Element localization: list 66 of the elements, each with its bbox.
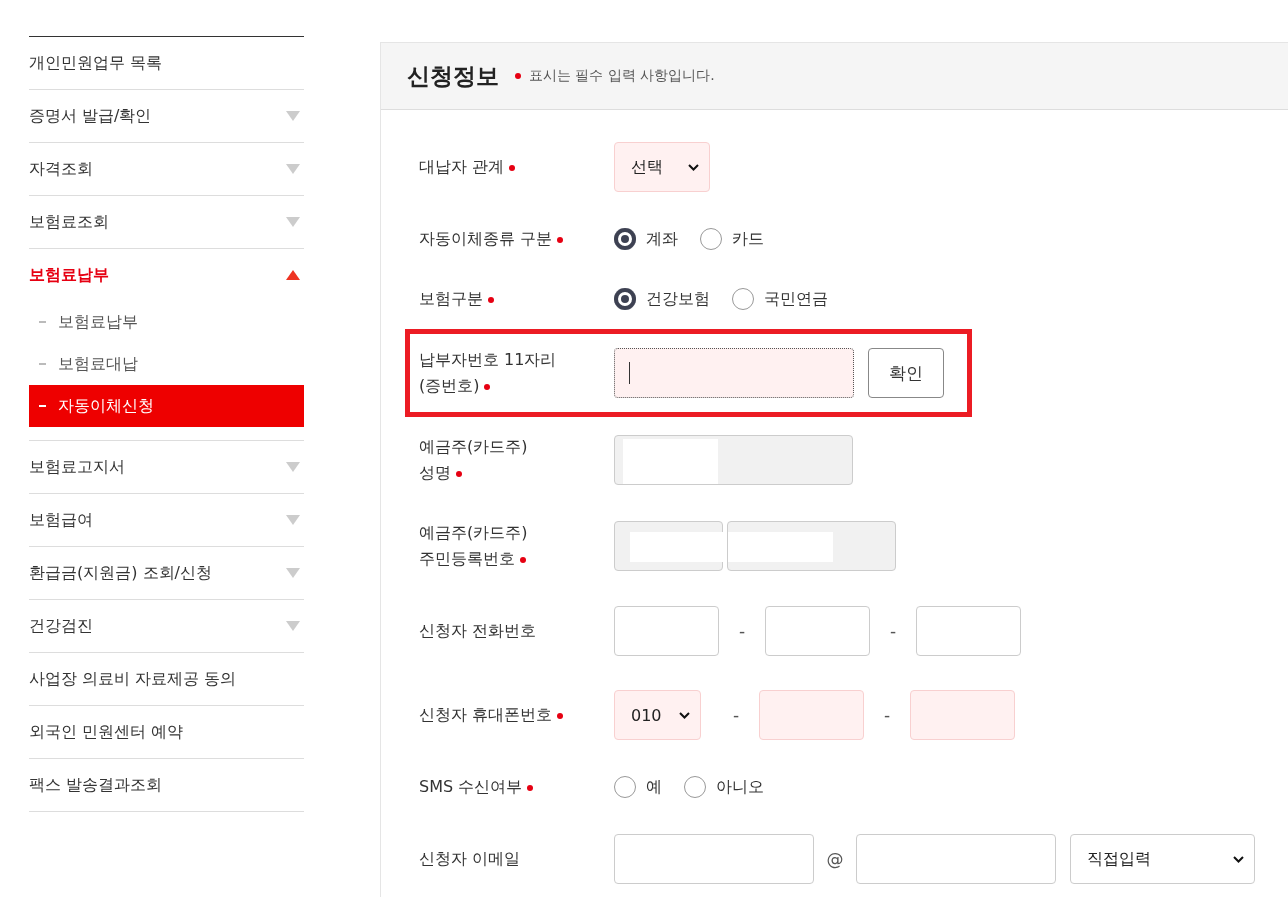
field-label: 예금주(카드주) 주민등록번호 [419, 523, 528, 568]
separator-text: - [737, 621, 747, 641]
field-label: 납부자번호 11자리 (증번호) [419, 350, 557, 395]
separator-text: - [882, 705, 892, 725]
sidebar-item[interactable]: 개인민원업무 목록 [29, 37, 304, 90]
sidebar-item[interactable]: 증명서 발급/확인 [29, 90, 304, 143]
sidebar-item[interactable]: 외국인 민원센터 예약 [29, 706, 304, 759]
field-label: 신청자 전화번호 [419, 621, 537, 640]
separator-text: - [888, 621, 898, 641]
sidebar-item[interactable]: 보험료조회 [29, 196, 304, 249]
radio-label: 카드 [732, 228, 764, 250]
required-note: 표시는 필수 입력 사항입니다. [529, 67, 715, 85]
phone-input[interactable] [614, 606, 719, 656]
phone-input[interactable] [916, 606, 1021, 656]
confirm-button[interactable]: 확인 [868, 348, 944, 398]
sidebar-item[interactable]: 환급금(지원금) 조회/신청 [29, 547, 304, 600]
submenu-item[interactable]: 보험료대납 [29, 343, 304, 385]
radio-option[interactable]: 예 [614, 776, 662, 798]
relationship-select[interactable]: 선택 [614, 142, 710, 192]
email-id-input[interactable] [614, 834, 814, 884]
radio-button[interactable] [614, 228, 636, 250]
radio-button[interactable] [684, 776, 706, 798]
radio-button[interactable] [614, 776, 636, 798]
radio-option[interactable]: 건강보험 [614, 288, 710, 310]
sidebar-item[interactable]: 자격조회 [29, 143, 304, 196]
section-title: 신청정보 [407, 61, 499, 91]
radio-option[interactable]: 계좌 [614, 228, 678, 250]
radio-option[interactable]: 아니오 [684, 776, 764, 798]
separator-text: - [731, 705, 741, 725]
sidebar-item[interactable]: 보험급여 [29, 494, 304, 547]
submenu-item[interactable]: 보험료납부 [29, 301, 304, 343]
radio-option[interactable]: 카드 [700, 228, 764, 250]
field-label: 자동이체종류 구분 [419, 229, 553, 248]
caret-icon [679, 711, 690, 719]
payer-number-input[interactable] [614, 348, 854, 398]
radio-label: 건강보험 [646, 288, 710, 310]
mobile-input[interactable] [759, 690, 864, 740]
field-label: 예금주(카드주) 성명 [419, 437, 528, 482]
submenu-item[interactable]: 자동이체신청 [29, 385, 304, 427]
radio-button[interactable] [732, 288, 754, 310]
mobile-input[interactable] [910, 690, 1015, 740]
email-domain-select[interactable]: 직접입력 [1070, 834, 1255, 884]
field-label: 대납자 관계 [419, 157, 505, 176]
sidebar-item[interactable]: 건강검진 [29, 600, 304, 653]
field-label: 신청자 휴대폰번호 [419, 705, 553, 724]
required-dot-icon [515, 73, 521, 79]
at-sign-text: @ [826, 849, 844, 869]
email-domain-input[interactable] [856, 834, 1056, 884]
radio-option[interactable]: 국민연금 [732, 288, 828, 310]
sidebar-item[interactable]: 사업장 의료비 자료제공 동의 [29, 653, 304, 706]
sidebar-item[interactable]: 팩스 발송결과조회 [29, 759, 304, 812]
caret-icon [1233, 855, 1244, 863]
radio-button[interactable] [614, 288, 636, 310]
radio-label: 계좌 [646, 228, 678, 250]
radio-label: 아니오 [716, 776, 764, 798]
caret-icon [688, 163, 699, 171]
field-label: 신청자 이메일 [419, 849, 521, 868]
sidebar-item[interactable]: 보험료고지서 [29, 441, 304, 494]
sidebar-item[interactable]: 보험료납부 [29, 249, 304, 301]
radio-label: 예 [646, 776, 662, 798]
radio-label: 국민연금 [764, 288, 828, 310]
field-label: 보험구분 [419, 289, 483, 308]
mobile-prefix-select[interactable]: 010 [614, 690, 701, 740]
field-label: SMS 수신여부 [419, 777, 523, 796]
phone-input[interactable] [765, 606, 870, 656]
radio-button[interactable] [700, 228, 722, 250]
